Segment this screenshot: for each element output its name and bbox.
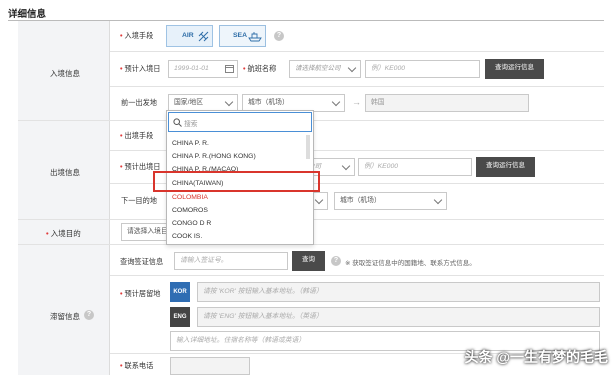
address-label: • 预计居留地 bbox=[120, 289, 161, 298]
sea-label: SEA bbox=[233, 32, 247, 39]
country-option[interactable]: CHINA P. R.(HONG KONG) bbox=[172, 153, 256, 160]
exit-info-label: 出境信息 bbox=[50, 168, 80, 177]
flight-number-input[interactable]: 例）KE000 bbox=[365, 60, 480, 78]
required-icon: • bbox=[120, 162, 123, 171]
required-icon: • bbox=[120, 64, 123, 73]
phone-label: • 联系电话 bbox=[120, 361, 154, 370]
required-icon: • bbox=[46, 229, 49, 238]
highlight-annotation bbox=[153, 171, 320, 192]
entry-means-label: • 入境手段 bbox=[120, 31, 154, 40]
country-search-input[interactable]: 搜索 bbox=[184, 118, 198, 128]
airline-select[interactable]: 请选择航空公司 bbox=[289, 60, 361, 78]
help-icon[interactable]: ? bbox=[331, 256, 341, 266]
exit-flight-number-input[interactable]: 例）KE000 bbox=[358, 158, 472, 176]
entry-info-label: 入境信息 bbox=[50, 69, 80, 78]
dropdown-scrollbar[interactable] bbox=[306, 135, 310, 159]
chevron-down-icon bbox=[433, 195, 443, 205]
divider bbox=[110, 51, 604, 52]
eng-address-button[interactable]: ENG bbox=[170, 307, 190, 327]
kor-address-button[interactable]: KOR bbox=[170, 282, 190, 302]
required-icon: • bbox=[120, 31, 123, 40]
chevron-down-icon bbox=[224, 97, 234, 107]
visa-number-input[interactable]: 请输入签证号。 bbox=[174, 252, 288, 270]
ship-icon bbox=[248, 32, 262, 42]
exit-flight-query-button[interactable]: 查询运行信息 bbox=[476, 157, 535, 177]
next-city-select[interactable]: 城市（机场） bbox=[334, 192, 447, 210]
divider bbox=[110, 275, 604, 276]
airline-label: • 航班名称 bbox=[243, 64, 277, 73]
entry-purpose-select[interactable]: 请选择入境目 bbox=[121, 223, 169, 241]
country-option[interactable]: COMOROS bbox=[172, 207, 208, 214]
watermark-text: 头条 @一生有梦的毛毛 bbox=[464, 349, 608, 365]
airplane-icon bbox=[198, 31, 209, 42]
country-option[interactable]: COOK IS. bbox=[172, 233, 202, 240]
help-icon[interactable]: ? bbox=[84, 310, 94, 320]
visa-query-button[interactable]: 查询 bbox=[292, 251, 325, 271]
arrow-right-icon: → bbox=[352, 97, 361, 107]
flight-query-button[interactable]: 查询运行信息 bbox=[485, 59, 544, 79]
calendar-icon[interactable] bbox=[225, 64, 234, 73]
next-destination-label: 下一目的地 bbox=[121, 196, 157, 205]
help-icon[interactable]: ? bbox=[274, 31, 284, 41]
required-icon: • bbox=[120, 361, 123, 370]
required-icon: • bbox=[243, 64, 246, 73]
visa-lookup-label: 查询签证信息 bbox=[120, 257, 164, 266]
chevron-down-icon bbox=[331, 97, 341, 107]
entry-date-label: • 预计入境日 bbox=[120, 64, 161, 73]
exit-means-label: • 出境手段 bbox=[120, 131, 154, 140]
page-title: 详细信息 bbox=[8, 9, 47, 20]
chevron-down-icon bbox=[347, 63, 357, 73]
visa-hint-text: ※ 获取签证信息中的国籍地、联系方式信息。 bbox=[345, 260, 476, 267]
chevron-down-icon bbox=[341, 161, 351, 171]
country-option[interactable]: COLOMBIA bbox=[172, 194, 208, 201]
required-icon: • bbox=[120, 289, 123, 298]
sea-mode-button[interactable]: SEA bbox=[219, 25, 266, 47]
entry-purpose-label-wrap: • 入境目的 bbox=[46, 228, 81, 239]
country-option[interactable]: CHINA P. R. bbox=[172, 140, 209, 147]
required-icon: • bbox=[120, 131, 123, 140]
chevron-down-icon bbox=[314, 195, 324, 205]
search-icon bbox=[173, 118, 182, 127]
stay-info-label: 滞留信息 bbox=[50, 312, 80, 321]
kor-address-input[interactable]: 请按 'KOR' 按钮输入基本地址。（韩语） bbox=[197, 282, 600, 302]
phone-input[interactable] bbox=[170, 357, 250, 375]
air-label: AIR bbox=[182, 32, 194, 39]
eng-address-input[interactable]: 请按 'ENG' 按钮输入基本地址。（英语） bbox=[197, 307, 600, 327]
country-search-box[interactable]: 搜索 bbox=[168, 112, 312, 132]
air-mode-button[interactable]: AIR bbox=[166, 25, 213, 47]
origin-label: 前一出发地 bbox=[121, 98, 157, 107]
entry-purpose-label: 入境目的 bbox=[50, 229, 81, 238]
country-option[interactable]: CONGO D R bbox=[172, 220, 211, 227]
destination-country-field: 韩国 bbox=[365, 94, 529, 112]
divider bbox=[110, 86, 604, 87]
